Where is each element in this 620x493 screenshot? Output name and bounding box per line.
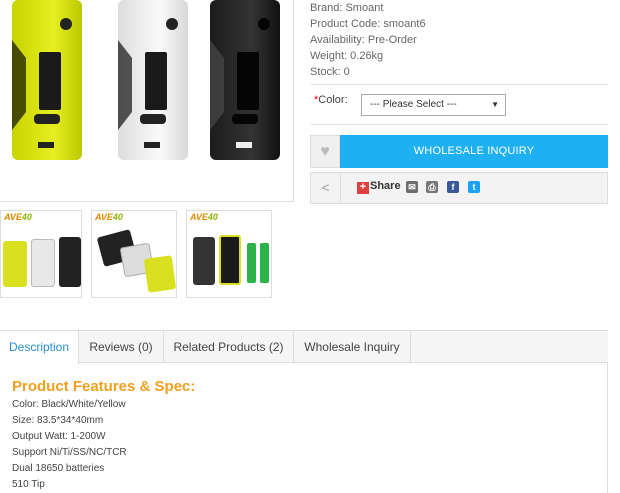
- color-select-value: --- Please Select ---: [370, 99, 457, 110]
- spec-line: Output Watt: 1-200W: [12, 431, 106, 442]
- thumbnail-2[interactable]: AVE40: [91, 210, 177, 298]
- twitter-icon[interactable]: t: [468, 181, 480, 193]
- share-icon: <: [311, 173, 341, 203]
- thumbnail-brand: AVE40: [190, 212, 218, 222]
- tab-related-products[interactable]: Related Products (2): [164, 331, 294, 363]
- addthis-share-button[interactable]: + Share: [357, 180, 401, 194]
- product-tabs: Description Reviews (0) Related Products…: [0, 330, 608, 364]
- heart-icon[interactable]: ♥: [310, 135, 340, 168]
- thumbnail-brand: AVE40: [4, 212, 32, 222]
- print-icon[interactable]: ⎙: [426, 181, 438, 193]
- spec-line: Size: 83.5*34*40mm: [12, 415, 104, 426]
- tab-description[interactable]: Description: [0, 331, 79, 364]
- availability-text: Availability: Pre-Order: [310, 34, 417, 46]
- chevron-down-icon: ▼: [491, 100, 499, 109]
- color-select[interactable]: --- Please Select --- ▼: [361, 94, 506, 116]
- spec-line: Support Ni/Ti/SS/NC/TCR: [12, 447, 127, 458]
- weight-text: Weight: 0.26kg: [310, 50, 384, 62]
- black-mod-image: [210, 0, 280, 160]
- share-bar: < + Share ✉ ⎙ f t: [310, 172, 608, 204]
- color-label: Color:: [318, 94, 348, 106]
- divider: [310, 84, 608, 85]
- spec-line: Color: Black/White/Yellow: [12, 399, 126, 410]
- email-icon[interactable]: ✉: [406, 181, 418, 193]
- features-title: Product Features & Spec:: [12, 378, 196, 395]
- wholesale-inquiry-button[interactable]: WHOLESALE INQUIRY: [340, 135, 608, 168]
- spec-line: 510 Tip: [12, 479, 45, 490]
- yellow-mod-image: [12, 0, 82, 160]
- thumbnail-1[interactable]: AVE40: [0, 210, 82, 298]
- main-product-image[interactable]: [0, 0, 294, 202]
- tab-reviews[interactable]: Reviews (0): [79, 331, 164, 363]
- share-label: Share: [370, 180, 401, 192]
- plus-icon: +: [357, 182, 369, 194]
- stock-text: Stock: 0: [310, 66, 350, 78]
- thumbnail-3[interactable]: AVE40: [186, 210, 272, 298]
- color-option-label: *Color:: [314, 94, 348, 106]
- white-mod-image: [118, 0, 188, 160]
- divider: [310, 124, 608, 125]
- thumbnail-brand: AVE40: [95, 212, 123, 222]
- product-code-text: Product Code: smoant6: [310, 18, 426, 30]
- tab-wholesale-inquiry[interactable]: Wholesale Inquiry: [294, 331, 411, 363]
- spec-line: Dual 18650 batteries: [12, 463, 105, 474]
- brand-text: Brand: Smoant: [310, 2, 384, 14]
- facebook-icon[interactable]: f: [447, 181, 459, 193]
